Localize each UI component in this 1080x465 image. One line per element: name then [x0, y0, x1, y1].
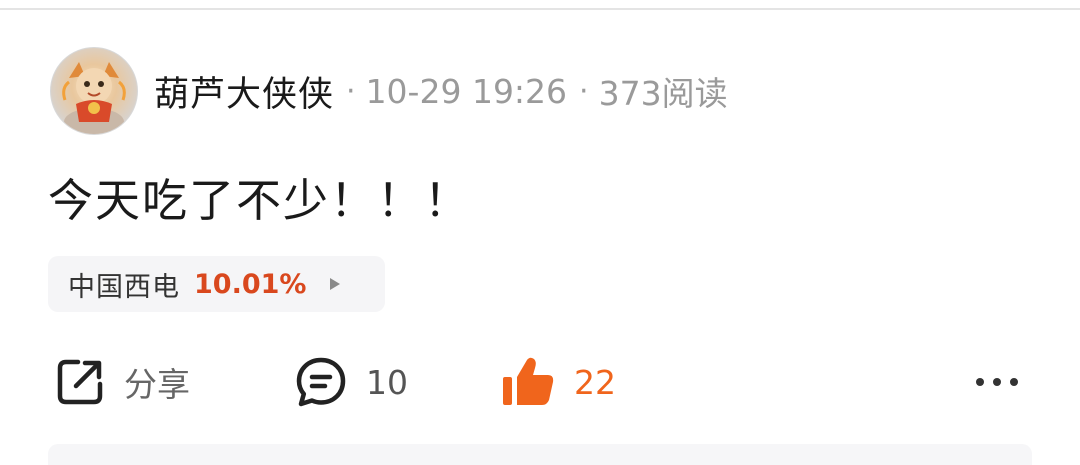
top-divider [0, 8, 1080, 10]
share-button[interactable]: 分享 [54, 352, 190, 412]
comment-icon [296, 357, 346, 407]
more-button[interactable] [976, 352, 1018, 412]
post-content[interactable]: 今天吃了不少！！！ [48, 164, 471, 229]
next-card-preview [48, 444, 1032, 465]
stock-name: 中国西电 [68, 271, 180, 303]
post-card: 葫芦大侠侠 · 10-29 19:26 · 373阅读 今天吃了不少！！！ 中国… [0, 0, 1080, 465]
avatar-image-icon [62, 62, 126, 134]
meta-separator: · [579, 73, 589, 109]
author-name[interactable]: 葫芦大侠侠 [154, 66, 334, 117]
like-count: 22 [574, 362, 616, 402]
thumbs-up-icon [503, 357, 554, 405]
stock-chip[interactable]: 中国西电 10.01% [48, 256, 385, 312]
share-icon [57, 359, 103, 405]
play-arrow-icon [330, 278, 341, 290]
share-label: 分享 [124, 365, 190, 404]
meta-separator: · [346, 73, 356, 109]
more-icon [976, 378, 1018, 386]
read-count: 373阅读 [598, 74, 728, 113]
post-meta: 葫芦大侠侠 · 10-29 19:26 · 373阅读 [154, 66, 728, 117]
stock-change: 10.01% [194, 268, 307, 300]
post-time: 10-29 19:26 [365, 71, 568, 111]
post-header: 葫芦大侠侠 · 10-29 19:26 · 373阅读 [50, 46, 728, 136]
author-avatar[interactable] [50, 47, 138, 135]
comment-count: 10 [366, 362, 408, 402]
like-button[interactable]: 22 [500, 352, 616, 412]
comment-button[interactable]: 10 [294, 352, 408, 412]
